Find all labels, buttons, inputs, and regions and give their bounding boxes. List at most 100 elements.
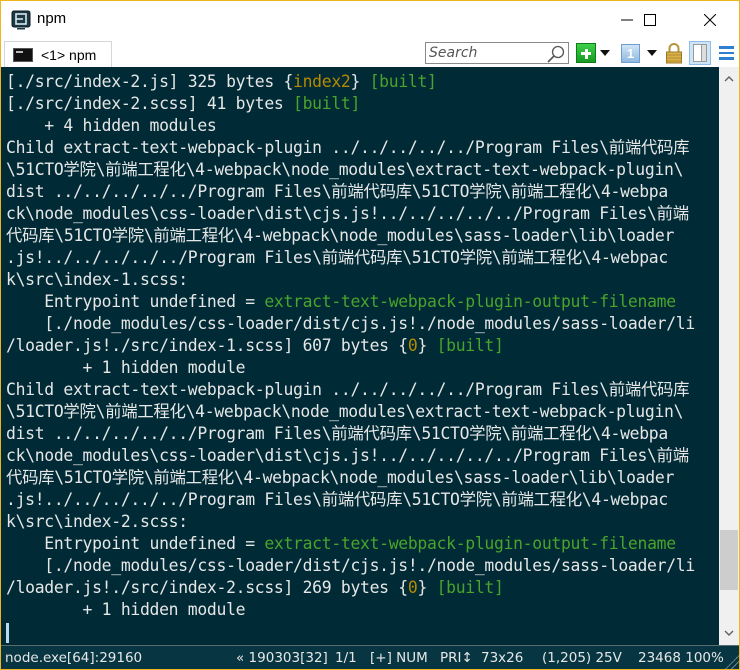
terminal-line: Entrypoint undefined = extract-text-webp…: [1, 533, 719, 555]
close-icon: [704, 14, 716, 26]
scroll-up-button[interactable]: [719, 69, 739, 89]
highlighted-text: extract-text-webpack-plugin-output-filen…: [264, 534, 676, 553]
search-icon[interactable]: [546, 44, 566, 64]
maximize-button[interactable]: [627, 1, 673, 39]
highlighted-text: [built]: [436, 578, 504, 597]
terminal-output[interactable]: [./src/index-2.js] 325 bytes {index2} [b…: [1, 67, 719, 645]
terminal-text: [./node_modules/css-loader/dist/cjs.js!.…: [6, 556, 695, 575]
terminal-line: ck\node_modules\css-loader\dist\cjs.js!.…: [1, 445, 719, 467]
terminal-text: .js!../../../../../Program Files\前端代码库\5…: [6, 248, 668, 267]
terminal-line: .js!../../../../../Program Files\前端代码库\5…: [1, 489, 719, 511]
tab-list-button[interactable]: 1: [621, 44, 640, 63]
terminal-text: }: [417, 336, 437, 355]
status-keys[interactable]: [+] NUM: [370, 650, 428, 666]
terminal-text: \51CTO学院\前端工程化\4-webpack\node_modules\ex…: [6, 160, 684, 179]
terminal-text: }: [417, 578, 437, 597]
highlighted-text: [built]: [293, 94, 361, 113]
terminal-line: [./src/index-2.scss] 41 bytes [built]: [1, 93, 719, 115]
terminal-line: 代码库\51CTO学院\前端工程化\4-webpack\node_modules…: [1, 225, 719, 247]
new-console-button[interactable]: [576, 43, 596, 63]
terminal-line: /loader.js!./src/index-2.scss] 269 bytes…: [1, 577, 719, 599]
terminal-text: Child extract-text-webpack-plugin ../../…: [6, 138, 690, 157]
terminal-text: k\src\index-1.scss:: [6, 270, 188, 289]
terminal-text: Child extract-text-webpack-plugin ../../…: [6, 380, 690, 399]
terminal-line: Child extract-text-webpack-plugin ../../…: [1, 379, 719, 401]
tab-npm[interactable]: <1> npm: [4, 41, 112, 67]
highlighted-text: extract-text-webpack-plugin-output-filen…: [264, 292, 676, 311]
terminal-text: + 4 hidden modules: [6, 116, 217, 135]
window-title: npm: [37, 10, 67, 27]
title-bar[interactable]: npm: [1, 1, 739, 39]
highlighted-text: [built]: [369, 72, 437, 91]
tab-label: <1> npm: [41, 46, 97, 63]
pane-icon: [693, 44, 707, 62]
terminal-line: dist ../../../../../Program Files\前端代码库\…: [1, 181, 719, 203]
menu-icon-bar: [718, 57, 734, 60]
terminal-line: [./node_modules/css-loader/dist/cjs.js!.…: [1, 313, 719, 335]
search-input[interactable]: [426, 44, 544, 62]
terminal-text: .js!../../../../../Program Files\前端代码库\5…: [6, 490, 668, 509]
console-icon: [13, 47, 33, 62]
conemu-window: npm <1> npm 1: [0, 0, 740, 670]
status-priority[interactable]: PRI↕: [440, 650, 473, 666]
tab-list-dropdown[interactable]: [646, 42, 658, 64]
terminal-text: /loader.js!./src/index-1.scss] 607 bytes…: [6, 336, 408, 355]
terminal-text: 代码库\51CTO学院\前端工程化\4-webpack\node_modules…: [6, 226, 675, 245]
scroll-down-button[interactable]: [719, 623, 739, 643]
terminal-line: [./node_modules/css-loader/dist/cjs.js!.…: [1, 555, 719, 577]
terminal-text: + 1 hidden module: [6, 600, 246, 619]
search-box[interactable]: [425, 42, 569, 64]
highlighted-text: 0: [407, 578, 418, 597]
terminal-text: dist ../../../../../Program Files\前端代码库\…: [6, 424, 668, 443]
maximize-icon: [644, 14, 656, 26]
status-cursor[interactable]: (1,205) 25V: [542, 650, 622, 666]
terminal-line: \51CTO学院\前端工程化\4-webpack\node_modules\ex…: [1, 401, 719, 423]
terminal-line: [./src/index-2.js] 325 bytes {index2} [b…: [1, 71, 719, 93]
terminal-text: Entrypoint undefined =: [6, 292, 265, 311]
terminal-line: + 4 hidden modules: [1, 115, 719, 137]
terminal-line: dist ../../../../../Program Files\前端代码库\…: [1, 423, 719, 445]
status-process[interactable]: node.exe[64]:29160: [5, 650, 142, 666]
terminal-text: \51CTO学院\前端工程化\4-webpack\node_modules\ex…: [6, 402, 684, 421]
status-console-index[interactable]: 1/1: [335, 650, 357, 666]
status-size[interactable]: 73x26: [481, 650, 523, 666]
terminal-line: .js!../../../../../Program Files\前端代码库\5…: [1, 247, 719, 269]
vertical-scrollbar[interactable]: [719, 67, 739, 645]
status-bar: node.exe[64]:29160 « 190303[32] 1/1 [+] …: [1, 645, 739, 669]
terminal-text: 代码库\51CTO学院\前端工程化\4-webpack\node_modules…: [6, 468, 675, 487]
highlighted-text: [built]: [436, 336, 504, 355]
terminal-line: ck\node_modules\css-loader\dist\cjs.js!.…: [1, 203, 719, 225]
chevron-up-icon: [724, 76, 734, 82]
terminal-line: Child extract-text-webpack-plugin ../../…: [1, 137, 719, 159]
menu-icon-bar: [718, 46, 734, 49]
status-build[interactable]: « 190303[32]: [236, 650, 328, 666]
new-console-dropdown[interactable]: [599, 42, 611, 64]
lock-icon: [666, 43, 682, 64]
menu-icon-bar: [718, 51, 734, 55]
close-button[interactable]: [687, 1, 733, 39]
main-menu-button[interactable]: [717, 42, 735, 64]
split-pane-button[interactable]: [689, 41, 711, 65]
terminal-text: + 1 hidden module: [6, 358, 246, 377]
chevron-down-icon: [724, 630, 734, 636]
terminal-line: + 1 hidden module: [1, 599, 719, 621]
terminal-text: /loader.js!./src/index-2.scss] 269 bytes…: [6, 578, 408, 597]
terminal-text: [./src/index-2.js] 325 bytes {: [6, 72, 294, 91]
terminal-text: [./src/index-2.scss] 41 bytes: [6, 94, 294, 113]
terminal-text: k\src\index-2.scss:: [6, 512, 188, 531]
terminal-text: ck\node_modules\css-loader\dist\cjs.js!.…: [6, 446, 689, 465]
terminal-text: ck\node_modules\css-loader\dist\cjs.js!.…: [6, 204, 689, 223]
status-pid-zoom[interactable]: 23468 100%: [638, 650, 724, 666]
prompt-line: [1, 621, 719, 643]
terminal-text: [./node_modules/css-loader/dist/cjs.js!.…: [6, 314, 695, 333]
terminal-line: + 1 hidden module: [1, 357, 719, 379]
terminal-line: /loader.js!./src/index-1.scss] 607 bytes…: [1, 335, 719, 357]
lock-button[interactable]: [665, 42, 683, 64]
terminal-line: Entrypoint undefined = extract-text-webp…: [1, 291, 719, 313]
terminal-line: k\src\index-2.scss:: [1, 511, 719, 533]
scroll-thumb[interactable]: [720, 529, 738, 590]
resize-grip[interactable]: [725, 655, 739, 669]
terminal-text: Entrypoint undefined =: [6, 534, 265, 553]
terminal-text: }: [350, 72, 370, 91]
conemu-app-icon: [11, 10, 31, 30]
